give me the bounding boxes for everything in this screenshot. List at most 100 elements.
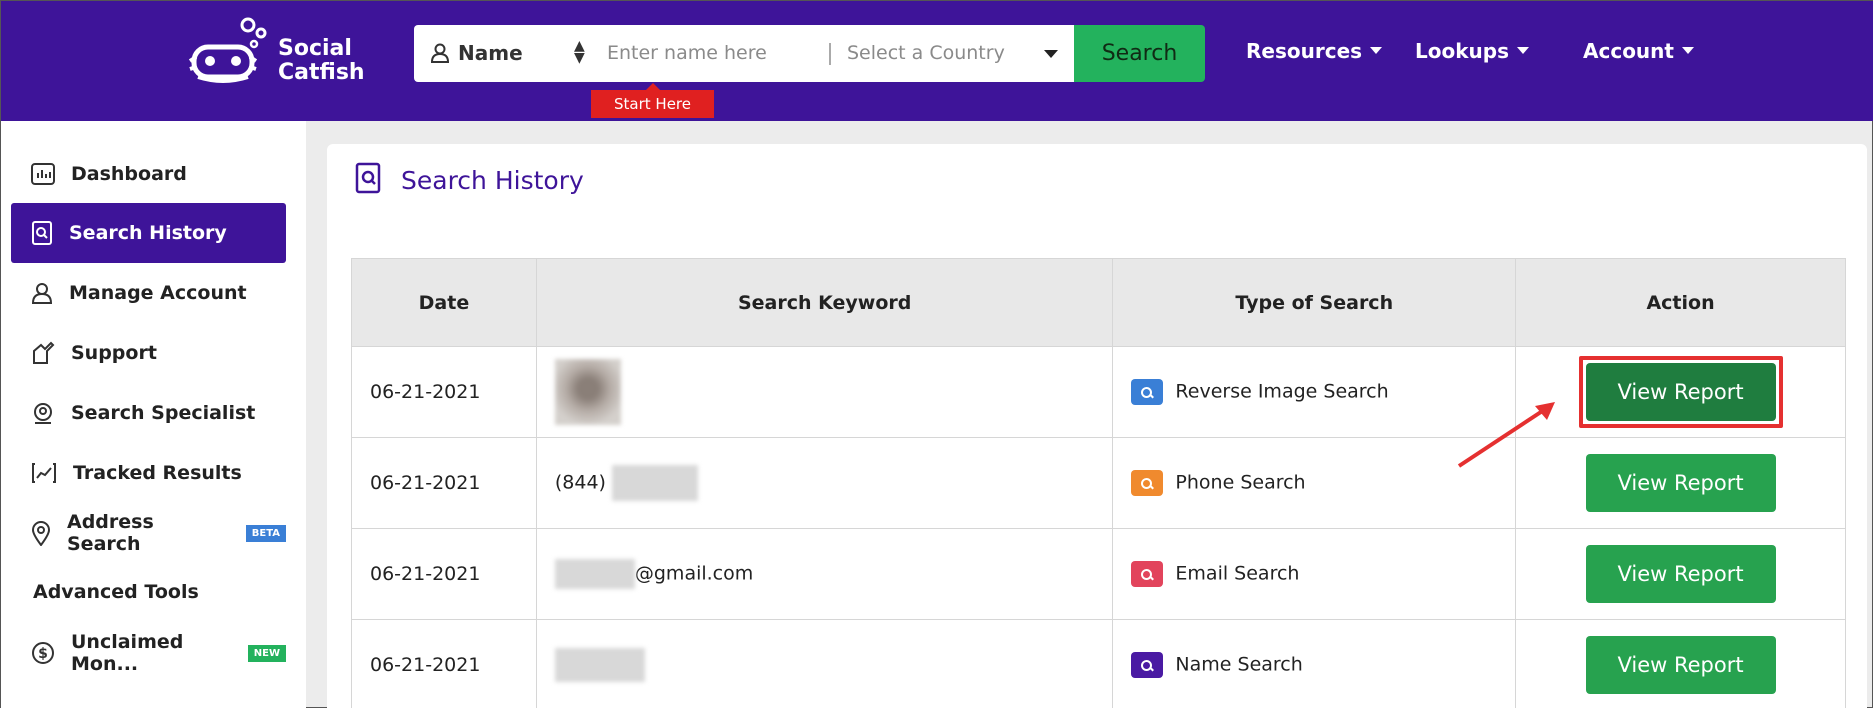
sidebar-item-label: Tracked Results [73, 462, 242, 484]
sidebar-item-dashboard[interactable]: Dashboard [11, 144, 286, 204]
nav-resources-label: Resources [1246, 39, 1363, 63]
row-keyword: @gmail.com [535, 528, 1114, 620]
sidebar-item-label: Search Specialist [71, 402, 256, 424]
caret-down-icon [1681, 47, 1694, 54]
row-date: 06-21-2021 [351, 346, 537, 438]
phone-search-icon [1131, 470, 1164, 496]
sidebar: Dashboard Search History Manage Account … [1, 121, 306, 708]
view-report-button[interactable]: View Report [1585, 545, 1776, 603]
row-keyword [535, 346, 1114, 438]
row-keyword [535, 619, 1114, 708]
caret-down-icon [1516, 47, 1529, 54]
row-type: Email Search [1112, 528, 1517, 620]
sidebar-item-label: Manage Account [69, 282, 247, 304]
sidebar-item-label: Dashboard [71, 163, 187, 185]
table-row: 06-21-2021 (844) Phone Search View Repor… [351, 437, 1846, 529]
search-history-panel: Search History Date Search Keyword Type … [327, 144, 1867, 708]
brand-name: Social Catfish [278, 37, 365, 85]
email-search-icon [1131, 561, 1164, 587]
column-header-action: Action [1515, 258, 1846, 347]
table-row: 06-21-2021 Reverse Image Search View Rep… [351, 346, 1846, 438]
sidebar-item-label: Search History [69, 222, 227, 244]
blurred-image-thumbnail [554, 359, 621, 425]
nav-lookups[interactable]: Lookups [1415, 39, 1529, 63]
row-keyword: (844) [535, 437, 1114, 529]
sidebar-item-search-specialist[interactable]: Search Specialist [11, 383, 286, 443]
row-type-label: Reverse Image Search [1175, 380, 1389, 403]
nav-account-label: Account [1583, 39, 1674, 63]
row-type: Name Search [1112, 619, 1517, 708]
reverse-image-search-icon [1131, 379, 1164, 405]
row-date: 06-21-2021 [351, 528, 537, 620]
highlight-box: View Report [1578, 356, 1783, 428]
blurred-text [554, 648, 645, 682]
caret-down-icon [1370, 47, 1383, 54]
user-icon [31, 283, 53, 304]
country-select[interactable]: Select a Country [847, 42, 1005, 64]
row-type-label: Phone Search [1175, 471, 1306, 494]
column-header-type: Type of Search [1112, 258, 1517, 347]
beta-badge: BETA [245, 524, 286, 542]
row-date: 06-21-2021 [351, 437, 537, 529]
table-row: 06-21-2021 @gmail.com Email Search View … [351, 528, 1846, 620]
column-header-date: Date [351, 258, 537, 347]
search-history-table: Date Search Keyword Type of Search Actio… [351, 258, 1846, 708]
start-here-hint: Start Here [591, 83, 714, 118]
sidebar-item-label: Address Search [67, 511, 154, 555]
chevron-down-icon[interactable] [1044, 50, 1058, 58]
new-badge: NEW [247, 644, 286, 662]
svg-text:$: $ [38, 646, 48, 662]
blurred-text [554, 559, 635, 589]
row-type-label: Email Search [1175, 562, 1300, 585]
sidebar-item-manage-account[interactable]: Manage Account [11, 263, 286, 323]
brand-name-line2: Catfish [278, 60, 365, 85]
page-title: Search History [401, 166, 584, 195]
name-search-icon [1131, 652, 1164, 678]
top-navbar: Social Catfish Name ▲▼ Select a Country … [1, 1, 1873, 121]
row-keyword-text: (844) [554, 471, 606, 494]
blurred-text [611, 465, 698, 501]
support-icon [33, 341, 55, 364]
search-doc-icon [32, 221, 52, 245]
social-catfish-logo[interactable]: Social Catfish [186, 17, 366, 87]
search-type-selector[interactable]: Name [430, 41, 523, 65]
chart-icon [31, 163, 55, 185]
nav-lookups-label: Lookups [1415, 39, 1509, 63]
brand-name-line1: Social [278, 36, 352, 61]
location-icon [31, 521, 51, 546]
annotation-arrow-icon [1457, 402, 1555, 468]
tracked-icon [32, 463, 56, 483]
table-header-row: Date Search Keyword Type of Search Actio… [351, 258, 1846, 347]
sidebar-item-support[interactable]: Support [11, 323, 286, 383]
updown-arrows-icon[interactable]: ▲ ▼ [574, 39, 585, 65]
advanced-tools-header: Advanced Tools [33, 581, 199, 603]
view-report-button[interactable]: View Report [1585, 636, 1776, 694]
row-date: 06-21-2021 [351, 619, 537, 708]
search-box: Name ▲▼ Select a Country [414, 25, 1074, 82]
table-row: 06-21-2021 Name Search View Report [351, 619, 1846, 708]
search-doc-icon [355, 162, 381, 194]
search-button[interactable]: Search [1074, 25, 1205, 82]
sidebar-item-tracked-results[interactable]: Tracked Results [11, 443, 286, 503]
view-report-button[interactable]: View Report [1585, 454, 1776, 512]
sidebar-item-search-history[interactable]: Search History [11, 203, 286, 263]
search-type-label: Name [458, 41, 523, 65]
nav-resources[interactable]: Resources [1246, 39, 1383, 63]
name-search-input[interactable] [607, 37, 817, 69]
row-action: View Report [1515, 528, 1846, 620]
row-keyword-text: @gmail.com [634, 562, 754, 585]
user-icon [430, 43, 450, 63]
sidebar-item-unclaimed-money[interactable]: $ Unclaimed Mon... NEW [11, 623, 286, 683]
search-divider [829, 43, 831, 65]
sidebar-item-label: Support [71, 342, 157, 364]
sidebar-item-label: Unclaimed Mon... [71, 631, 184, 675]
row-type-label: Name Search [1175, 653, 1303, 676]
row-action: View Report [1515, 619, 1846, 708]
dollar-icon: $ [32, 642, 54, 664]
column-header-keyword: Search Keyword [535, 258, 1114, 347]
nav-account[interactable]: Account [1583, 39, 1694, 63]
sidebar-item-address-search[interactable]: Address Search BETA [11, 503, 286, 563]
catfish-logo-icon [188, 17, 267, 83]
specialist-icon [34, 403, 52, 424]
view-report-button[interactable]: View Report [1585, 363, 1776, 421]
